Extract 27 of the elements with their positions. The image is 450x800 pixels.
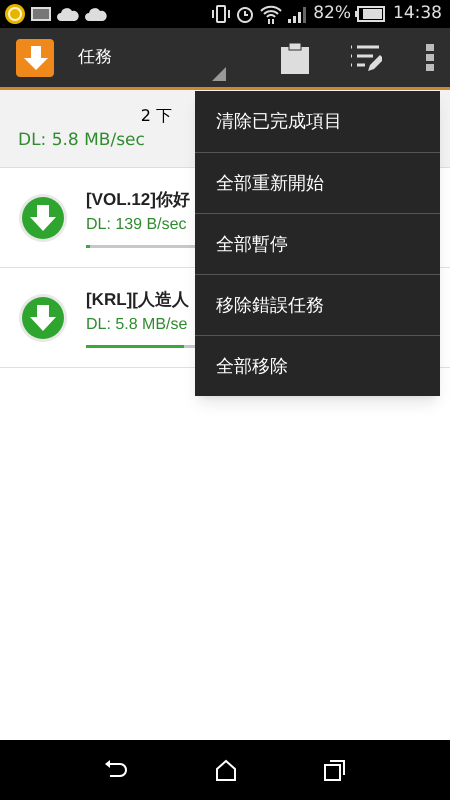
edit-list-icon[interactable] xyxy=(348,42,382,72)
download-speed: DL: 5.8 MB/se xyxy=(86,314,188,335)
clock-time: 14:38 xyxy=(393,2,442,26)
spinner-corner-icon xyxy=(212,67,226,81)
battery-icon xyxy=(355,6,385,22)
vibrate-icon xyxy=(211,4,232,24)
menu-item[interactable]: 全部移除 xyxy=(195,335,440,396)
download-name: [KRL][人造人 xyxy=(86,289,189,312)
menu-item[interactable]: 清除已完成項目 xyxy=(195,91,440,152)
screen-title[interactable]: 任務 xyxy=(78,44,112,70)
menu-item[interactable]: 移除錯誤任務 xyxy=(195,274,440,335)
home-icon[interactable] xyxy=(214,759,237,781)
battery-percent: 82% xyxy=(313,2,351,26)
app-logo-icon[interactable] xyxy=(16,38,54,76)
download-count: 2 下 xyxy=(140,105,172,127)
wifi-icon xyxy=(259,4,284,24)
coin-icon xyxy=(4,3,26,25)
alarm-clock-icon xyxy=(235,4,256,24)
recent-apps-icon[interactable] xyxy=(324,759,346,781)
download-speed: DL: 139 B/sec xyxy=(86,214,186,235)
overflow-menu-icon[interactable] xyxy=(426,44,434,72)
clipboard-icon[interactable] xyxy=(280,42,310,74)
total-speed: DL: 5.8 MB/sec xyxy=(18,129,146,152)
menu-item[interactable]: 全部暫停 xyxy=(195,213,440,274)
image-icon xyxy=(30,5,52,23)
menu-item[interactable]: 全部重新開始 xyxy=(195,152,440,213)
download-name: [VOL.12]你好 xyxy=(86,189,190,212)
